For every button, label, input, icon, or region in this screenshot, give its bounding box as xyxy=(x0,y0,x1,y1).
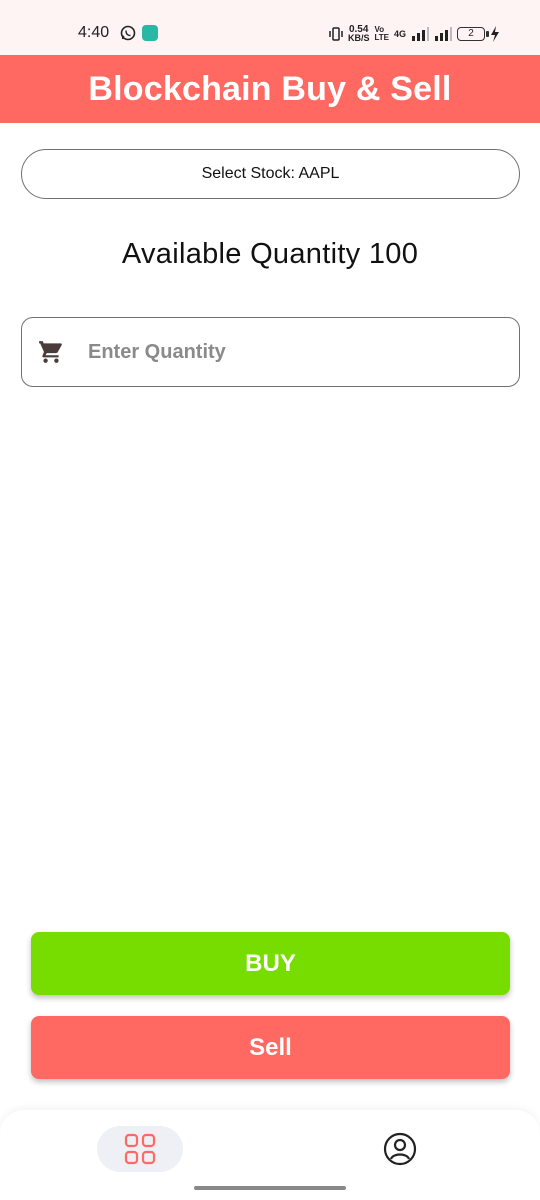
network-type: 4G xyxy=(393,29,406,39)
charging-icon xyxy=(491,26,499,42)
grid-icon xyxy=(124,1133,156,1165)
message-icon xyxy=(142,25,158,41)
select-stock-button[interactable]: Select Stock: AAPL xyxy=(21,149,520,199)
app-header: Blockchain Buy & Sell xyxy=(0,55,540,123)
vibrate-icon xyxy=(329,27,343,41)
volte-indicator: Vo LTE xyxy=(374,26,389,42)
status-time: 4:40 xyxy=(78,24,110,41)
profile-icon xyxy=(383,1132,417,1166)
sell-button[interactable]: Sell xyxy=(31,1016,510,1079)
buy-button[interactable]: BUY xyxy=(31,932,510,995)
home-indicator[interactable] xyxy=(194,1186,346,1190)
available-quantity: Available Quantity 100 xyxy=(121,238,419,270)
battery-icon: 2 xyxy=(457,27,489,41)
volte-bottom: LTE xyxy=(374,33,389,42)
nav-profile-tab[interactable] xyxy=(383,1132,417,1166)
status-indicators: 0.54 KB/S Vo LTE 4G 2 xyxy=(329,24,500,44)
signal-icon-2 xyxy=(435,27,452,41)
quantity-field[interactable] xyxy=(21,317,520,387)
net-speed-unit: KB/S xyxy=(347,33,370,43)
cart-icon xyxy=(39,341,62,363)
net-speed: 0.54 KB/S xyxy=(347,25,370,43)
whatsapp-icon xyxy=(120,25,136,41)
signal-icon xyxy=(412,27,429,41)
page-title: Blockchain Buy & Sell xyxy=(88,69,452,108)
quantity-input[interactable] xyxy=(88,340,468,364)
nav-home-tab[interactable] xyxy=(97,1126,183,1172)
status-bar: 4:40 0.54 KB/S Vo LTE 4G 2 xyxy=(0,0,540,55)
